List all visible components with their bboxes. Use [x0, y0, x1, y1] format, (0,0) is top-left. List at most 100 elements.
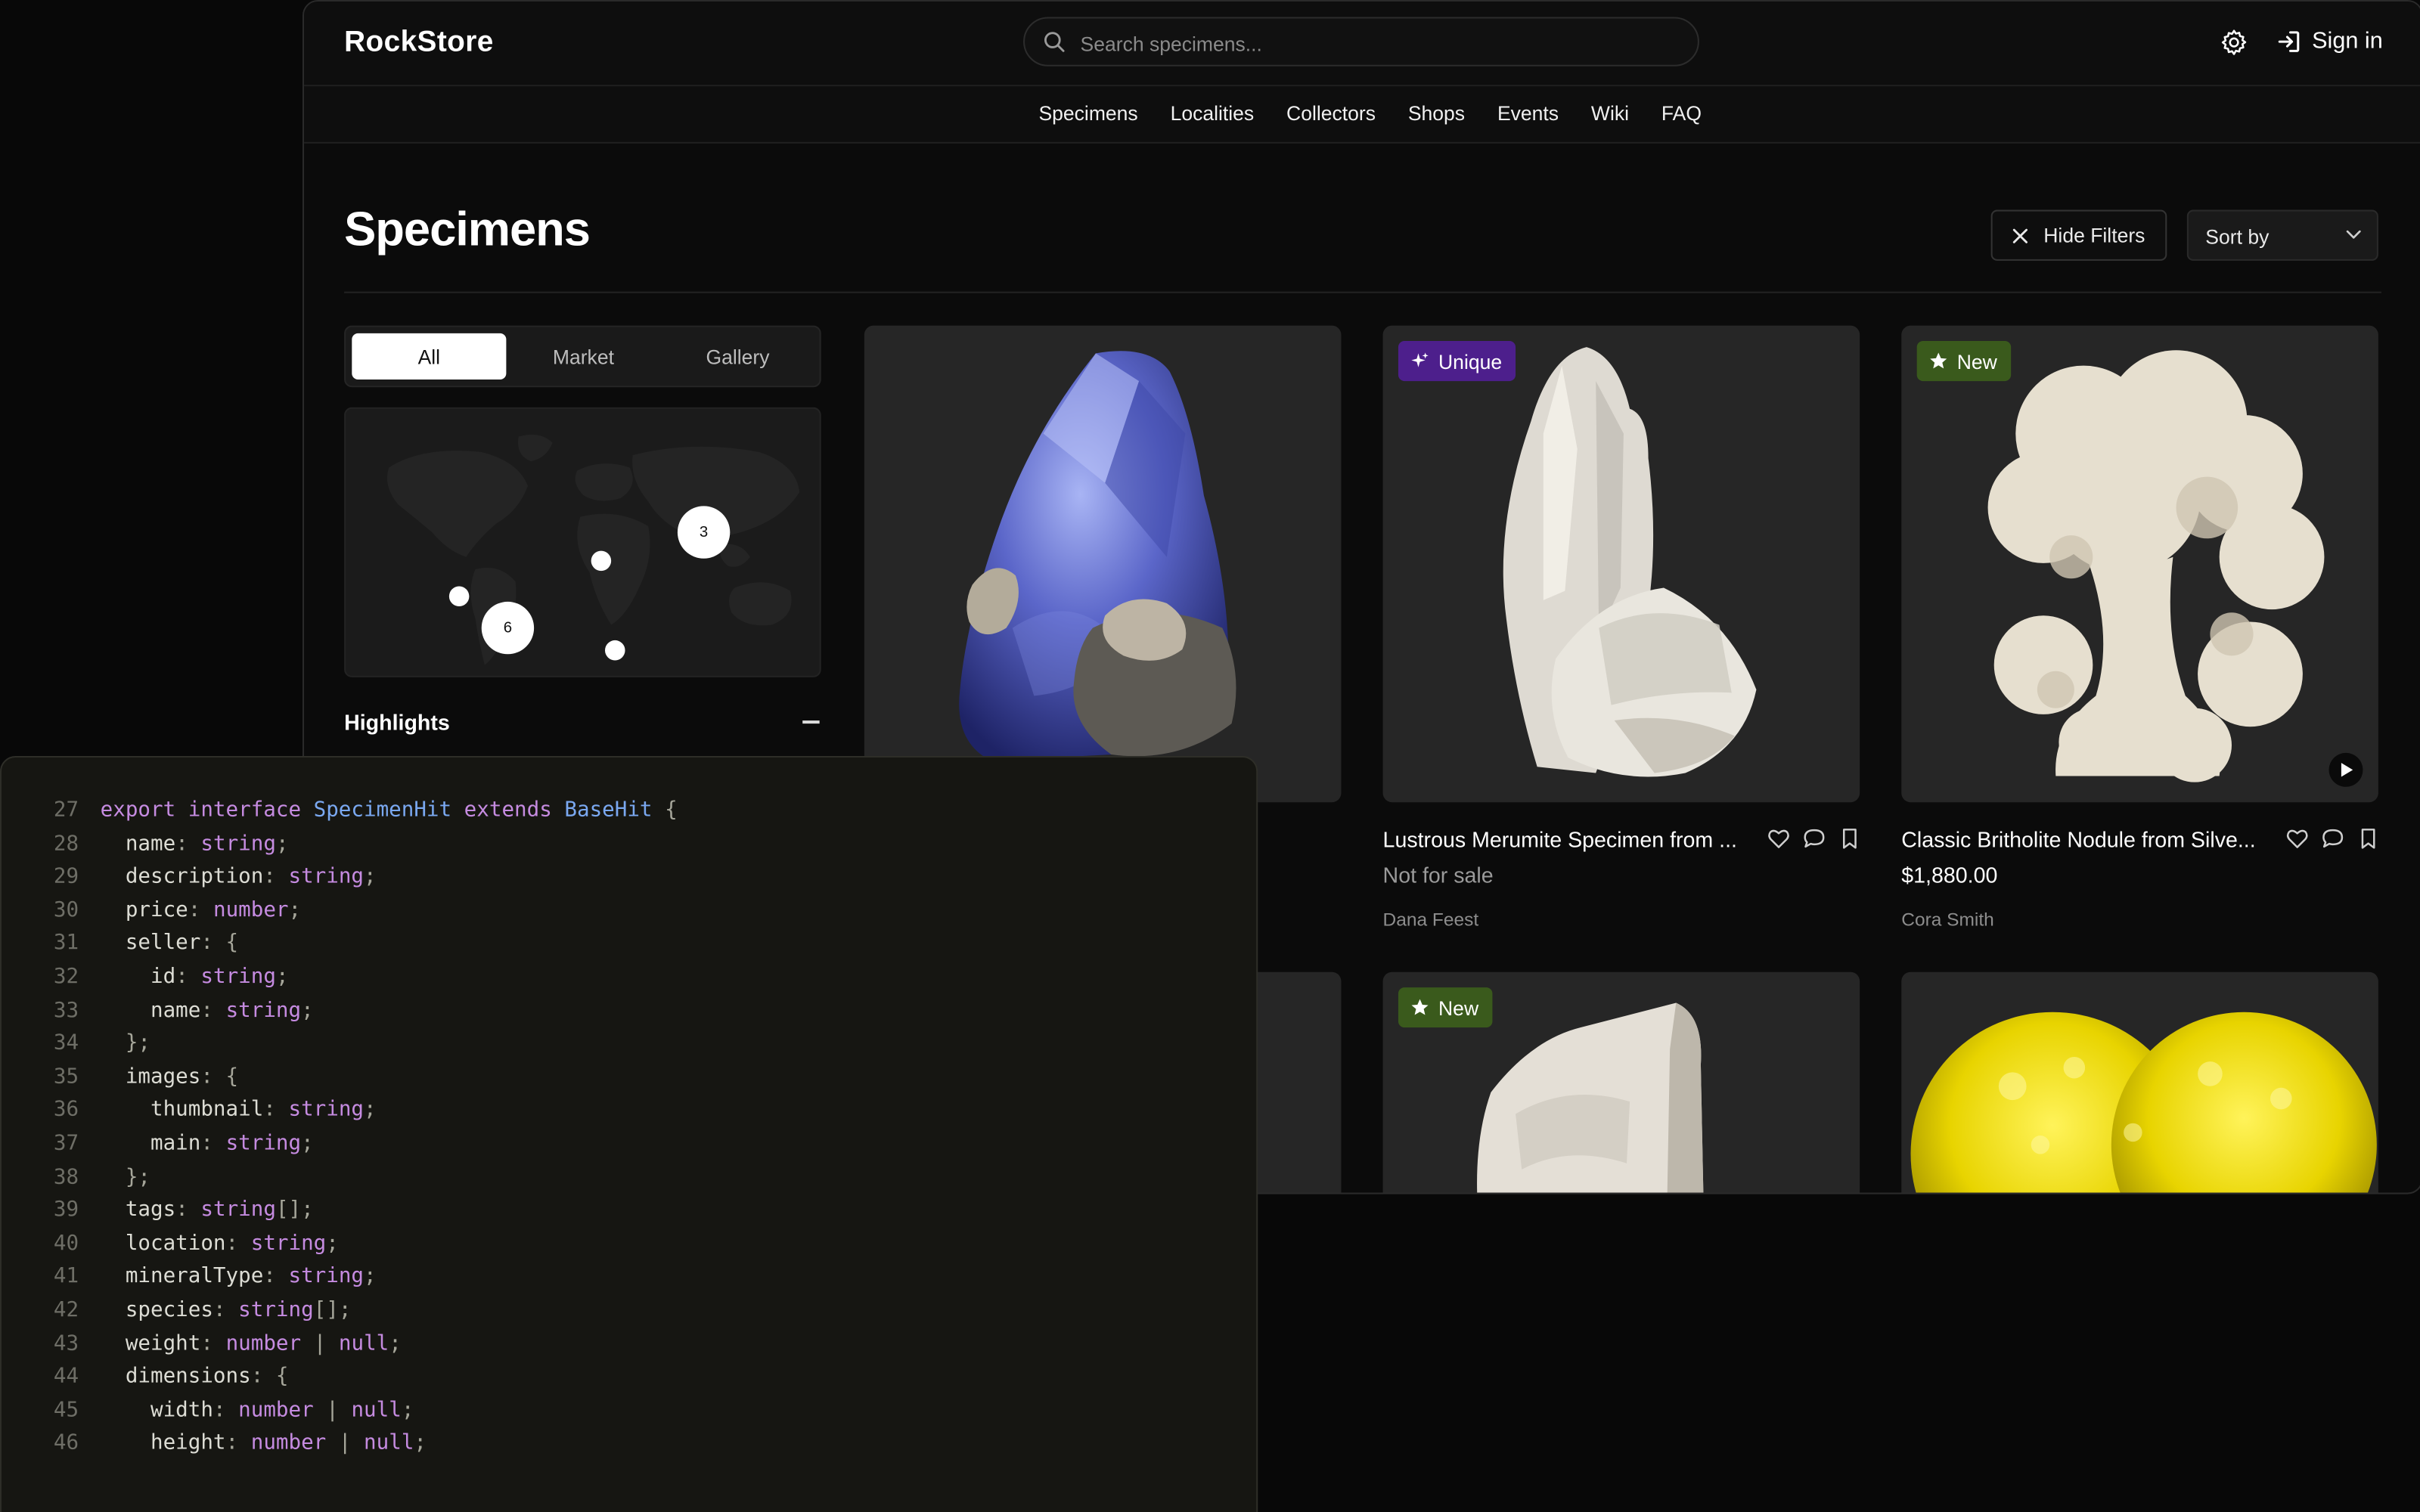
card-seller[interactable]: Dana Feest — [1383, 909, 1479, 931]
tab-all[interactable]: All — [352, 333, 507, 380]
code-token: : — [213, 1397, 239, 1422]
specimen-card[interactable] — [1901, 971, 2378, 1193]
code-line: 41 mineralType: string; — [2, 1261, 678, 1294]
gear-icon[interactable] — [2220, 28, 2249, 57]
map-pin[interactable] — [604, 640, 625, 661]
code-token: : — [263, 864, 289, 889]
code-token: string — [200, 831, 276, 856]
code-token: string — [225, 997, 302, 1023]
code-token: BaseHit — [564, 798, 653, 823]
specimen-card[interactable]: Unique Lustrous Merumite Specimen from .… — [1382, 325, 1862, 943]
specimen-image[interactable] — [864, 325, 1342, 803]
code-token: string — [238, 1297, 314, 1322]
sign-in-button[interactable]: Sign in — [2276, 28, 2383, 54]
comment-icon[interactable] — [2321, 827, 2344, 850]
highlights-heading[interactable]: Highlights — [344, 710, 450, 735]
code-token: extends — [451, 798, 565, 823]
cream-nodule-image — [1987, 350, 2325, 782]
nav-item-specimens[interactable]: Specimens — [1038, 102, 1137, 125]
badge-label: Unique — [1438, 349, 1503, 373]
map-cluster[interactable]: 6 — [481, 601, 535, 655]
code-token: ; — [275, 964, 289, 990]
tab-market[interactable]: Market — [506, 333, 660, 380]
comment-icon[interactable] — [1803, 827, 1826, 850]
unique-badge: Unique — [1398, 341, 1516, 382]
code-token: name — [100, 831, 176, 856]
line-number: 36 — [53, 1097, 79, 1123]
card-seller[interactable]: Cora Smith — [1901, 909, 1994, 931]
line-number: 44 — [53, 1364, 79, 1389]
code-line: 45 width: number | null; — [2, 1394, 678, 1427]
card-price: $1,880.00 — [1901, 862, 1998, 888]
nav-item-localities[interactable]: Localities — [1171, 102, 1255, 125]
code-token: number — [250, 1430, 327, 1456]
line-number: 33 — [53, 997, 79, 1023]
sort-by-select[interactable]: Sort by — [2186, 209, 2378, 261]
top-bar: RockStore Sign in — [304, 2, 2420, 87]
code-token: mineralType — [100, 1264, 264, 1289]
bookmark-icon[interactable] — [1838, 827, 1862, 850]
code-line: 31 seller: { — [2, 928, 678, 961]
code-line: 33 name: string; — [2, 994, 678, 1027]
minus-icon[interactable] — [802, 720, 820, 723]
code-line: 35 images: { — [2, 1061, 678, 1095]
code-line: 39 tags: string[]; — [2, 1194, 678, 1228]
code-token: ; — [364, 1264, 377, 1289]
app-logo[interactable]: RockStore — [344, 26, 494, 60]
nav-item-events[interactable]: Events — [1497, 102, 1559, 125]
map-pin[interactable] — [448, 586, 470, 607]
search-input[interactable] — [1077, 24, 1671, 62]
map-cluster[interactable]: 3 — [677, 506, 731, 559]
code-token: ; — [326, 1230, 339, 1256]
code-line: 44 dimensions: { — [2, 1361, 678, 1394]
heart-icon[interactable] — [2285, 827, 2309, 850]
code-token: | — [313, 1397, 352, 1422]
code-token: { — [652, 798, 678, 823]
nav-item-collectors[interactable]: Collectors — [1286, 102, 1376, 125]
code-token: null — [351, 1397, 402, 1422]
play-button[interactable] — [2328, 752, 2363, 787]
code-line: 46 height: number | null; — [2, 1427, 678, 1461]
specimen-image[interactable] — [1901, 325, 2378, 803]
star-icon — [1411, 999, 1429, 1015]
specimen-card[interactable]: New Classic Britholite Nodule from Silve… — [1901, 325, 2380, 943]
card-title[interactable]: Lustrous Merumite Specimen from ... — [1383, 827, 1757, 852]
specimen-image[interactable] — [1382, 325, 1860, 803]
line-number: 42 — [53, 1297, 79, 1322]
specimen-image[interactable] — [1901, 971, 2378, 1193]
nav-item-wiki[interactable]: Wiki — [1591, 102, 1629, 125]
code-token: string — [200, 1197, 276, 1222]
card-title[interactable]: Classic Britholite Nodule from Silve... — [1901, 827, 2275, 852]
line-number: 43 — [53, 1331, 79, 1356]
code-token: ; — [364, 1097, 377, 1123]
nav-item-shops[interactable]: Shops — [1408, 102, 1465, 125]
bookmark-icon[interactable] — [2356, 827, 2380, 850]
code-token: number — [213, 897, 289, 922]
code-token: : { — [200, 1064, 239, 1089]
white-crystal-image — [1503, 347, 1757, 777]
nav-item-faq[interactable]: FAQ — [1661, 102, 1702, 125]
line-number: 35 — [53, 1064, 79, 1089]
code-token: ; — [401, 1397, 414, 1422]
world-map[interactable]: 3 6 — [344, 407, 821, 677]
screenshot-stage: RockStore Sign in — [0, 0, 2420, 1512]
code-token: string — [288, 1264, 365, 1289]
new-badge: New — [1916, 341, 2012, 382]
search-icon — [1044, 32, 1065, 52]
search-box[interactable] — [1023, 17, 1699, 67]
line-number: 34 — [53, 1030, 79, 1056]
map-pin[interactable] — [591, 550, 612, 572]
tab-gallery[interactable]: Gallery — [660, 333, 814, 380]
code-token: number — [238, 1397, 314, 1422]
code-token: : — [263, 1264, 289, 1289]
code-token: seller — [100, 931, 201, 956]
code-token: : { — [250, 1364, 289, 1389]
line-number: 29 — [53, 864, 79, 889]
hide-filters-button[interactable]: Hide Filters — [1990, 209, 2167, 261]
code-token: SpecimenHit — [313, 798, 452, 823]
heart-icon[interactable] — [1767, 827, 1791, 850]
code-line: 28 name: string; — [2, 828, 678, 861]
sort-by-label: Sort by — [2205, 225, 2270, 249]
specimen-card[interactable]: New — [1382, 971, 1860, 1193]
code-token: export interface — [100, 798, 314, 823]
